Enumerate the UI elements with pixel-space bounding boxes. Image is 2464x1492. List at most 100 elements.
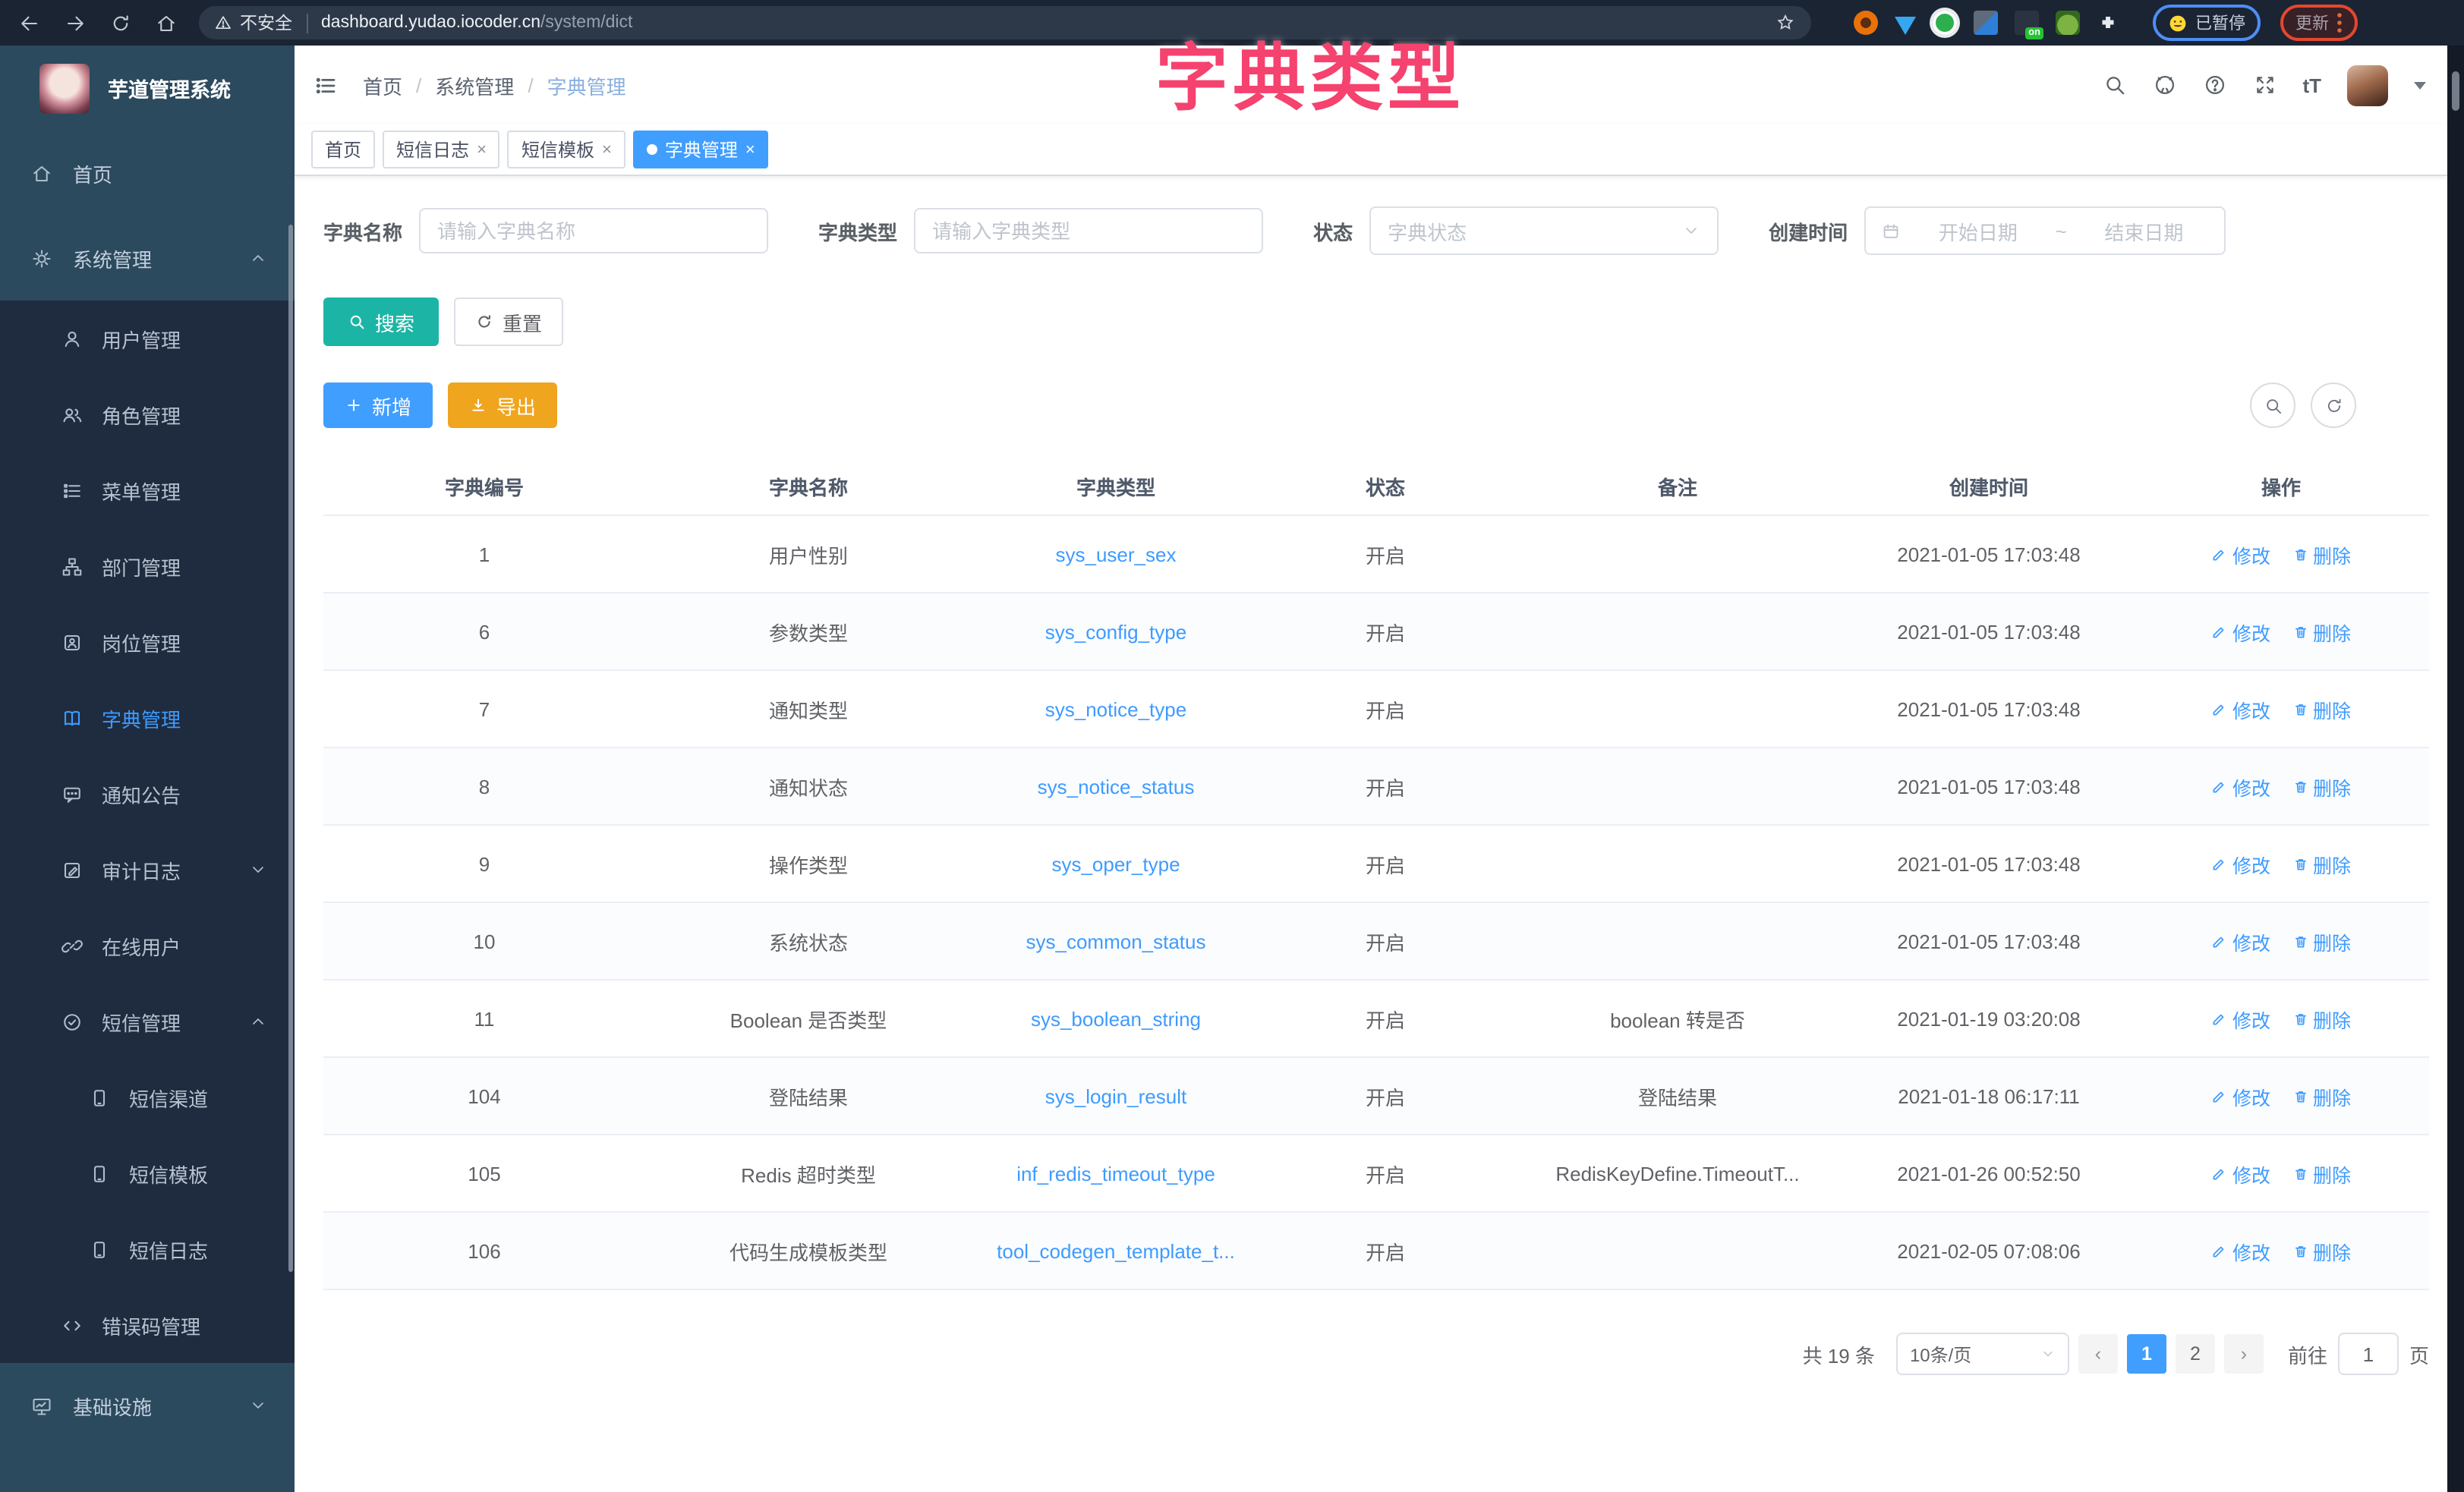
- sidebar-item-sms-mgmt[interactable]: 短信管理: [0, 984, 295, 1059]
- emoji-face-icon: [2168, 13, 2188, 33]
- search-button[interactable]: 搜索: [323, 297, 439, 346]
- status-select[interactable]: 字典状态: [1369, 206, 1719, 255]
- sidebar-item-system-mgmt[interactable]: 系统管理: [0, 216, 295, 301]
- close-icon[interactable]: ×: [477, 140, 487, 159]
- avatar[interactable]: [2347, 65, 2388, 105]
- sidebar-item-error-code-mgmt[interactable]: 错误码管理: [0, 1287, 295, 1363]
- delete-link[interactable]: 删除: [2292, 1081, 2351, 1110]
- extension-green-icon[interactable]: [1933, 11, 1957, 35]
- delete-link[interactable]: 删除: [2292, 540, 2351, 568]
- browser-menu-dots-icon[interactable]: [2336, 12, 2343, 33]
- avatar-caret-icon[interactable]: [2414, 81, 2426, 89]
- reset-button[interactable]: 重置: [454, 297, 563, 346]
- browser-update-button[interactable]: 更新: [2280, 5, 2358, 41]
- page-size-select[interactable]: 10条/页: [1896, 1333, 2069, 1375]
- forward-icon[interactable]: [64, 11, 87, 34]
- url-bar[interactable]: 不安全 dashboard.yudao.iocoder.cn/system/di…: [199, 6, 1811, 39]
- dict-type-link[interactable]: inf_redis_timeout_type: [1016, 1162, 1215, 1185]
- dict-type-link[interactable]: sys_notice_type: [1045, 697, 1186, 720]
- fullscreen-icon[interactable]: [2252, 73, 2277, 97]
- home-nav-icon[interactable]: [155, 11, 178, 34]
- search-icon[interactable]: [2102, 73, 2126, 97]
- sidebar-item-dept-mgmt[interactable]: 部门管理: [0, 528, 295, 604]
- goto-page-input[interactable]: [2338, 1333, 2399, 1375]
- dict-type-link[interactable]: sys_config_type: [1045, 620, 1186, 643]
- sidebar-item-notice-mgmt[interactable]: 通知公告: [0, 756, 295, 832]
- edit-link[interactable]: 修改: [2211, 617, 2270, 646]
- edit-link[interactable]: 修改: [2211, 540, 2270, 568]
- delete-link[interactable]: 删除: [2292, 927, 2351, 955]
- refresh-table-button[interactable]: [2311, 382, 2356, 428]
- dict-type-link[interactable]: sys_common_status: [1026, 930, 1206, 952]
- breadcrumb-system[interactable]: 系统管理: [435, 71, 514, 99]
- app-logo-row[interactable]: 芋道管理系统: [0, 46, 295, 131]
- sidebar-item-post-mgmt[interactable]: 岗位管理: [0, 604, 295, 680]
- prev-page-button[interactable]: ‹: [2078, 1334, 2118, 1374]
- delete-link[interactable]: 删除: [2292, 1004, 2351, 1033]
- edit-link[interactable]: 修改: [2211, 1081, 2270, 1110]
- edit-link[interactable]: 修改: [2211, 1159, 2270, 1188]
- sidebar-item-role-mgmt[interactable]: 角色管理: [0, 376, 295, 452]
- close-icon[interactable]: ×: [602, 140, 612, 159]
- hamburger-icon[interactable]: [313, 72, 339, 98]
- sidebar-item-menu-mgmt[interactable]: 菜单管理: [0, 452, 295, 528]
- date-range-picker[interactable]: 开始日期 ~ 结束日期: [1864, 206, 2226, 255]
- sidebar-item-sms-channel[interactable]: 短信渠道: [0, 1059, 295, 1135]
- extension-gem-icon[interactable]: [1895, 16, 1916, 34]
- tab-dict-mgmt[interactable]: 字典管理×: [633, 131, 769, 168]
- sidebar-item-home[interactable]: 首页: [0, 131, 295, 216]
- dict-type-link[interactable]: sys_boolean_string: [1031, 1007, 1201, 1030]
- extensions-puzzle-icon[interactable]: [2097, 11, 2119, 34]
- window-scrollbar-thumb[interactable]: [2452, 71, 2459, 111]
- edit-link[interactable]: 修改: [2211, 849, 2270, 878]
- extension-proxy-icon[interactable]: on: [2015, 11, 2039, 35]
- sidebar-item-dict-mgmt[interactable]: 字典管理: [0, 680, 295, 756]
- edit-link[interactable]: 修改: [2211, 694, 2270, 723]
- font-size-icon[interactable]: tT: [2302, 74, 2321, 96]
- extension-orange-icon[interactable]: [1854, 11, 1878, 35]
- paused-extension-pill[interactable]: 已暂停: [2153, 5, 2261, 41]
- extension-plant-icon[interactable]: [2056, 11, 2080, 35]
- dict-type-link[interactable]: sys_login_result: [1045, 1084, 1186, 1107]
- dict-name-input[interactable]: [419, 208, 768, 253]
- sidebar-scrollbar[interactable]: [288, 225, 293, 1272]
- sidebar-item-infrastructure[interactable]: 基础设施: [0, 1363, 295, 1448]
- edit-link[interactable]: 修改: [2211, 927, 2270, 955]
- tab-sms-template[interactable]: 短信模板×: [508, 131, 625, 168]
- show-search-button[interactable]: [2250, 382, 2295, 428]
- page-button-1[interactable]: 1: [2127, 1334, 2166, 1374]
- edit-link[interactable]: 修改: [2211, 1004, 2270, 1033]
- delete-link[interactable]: 删除: [2292, 849, 2351, 878]
- page-button-2[interactable]: 2: [2176, 1334, 2215, 1374]
- edit-link[interactable]: 修改: [2211, 1236, 2270, 1265]
- dict-type-input[interactable]: [914, 208, 1263, 253]
- close-icon[interactable]: ×: [745, 140, 755, 159]
- delete-link[interactable]: 删除: [2292, 1159, 2351, 1188]
- dict-type-link[interactable]: tool_codegen_template_t...: [997, 1239, 1235, 1262]
- sidebar-item-online-users[interactable]: 在线用户: [0, 908, 295, 984]
- dict-type-link[interactable]: sys_user_sex: [1056, 543, 1177, 565]
- extension-grid-icon[interactable]: [1974, 11, 1998, 35]
- sidebar-item-sms-log[interactable]: 短信日志: [0, 1211, 295, 1287]
- sidebar-item-audit-log[interactable]: 审计日志: [0, 832, 295, 908]
- sidebar-item-sms-template[interactable]: 短信模板: [0, 1135, 295, 1211]
- edit-link[interactable]: 修改: [2211, 772, 2270, 801]
- next-page-button[interactable]: ›: [2224, 1334, 2264, 1374]
- add-button[interactable]: 新增: [323, 382, 433, 428]
- sidebar-item-user-mgmt[interactable]: 用户管理: [0, 301, 295, 376]
- breadcrumb-home[interactable]: 首页: [363, 71, 402, 99]
- reload-icon[interactable]: [109, 11, 132, 34]
- delete-link[interactable]: 删除: [2292, 694, 2351, 723]
- github-icon[interactable]: [2152, 73, 2176, 97]
- tab-sms-log[interactable]: 短信日志×: [383, 131, 500, 168]
- dict-type-link[interactable]: sys_notice_status: [1038, 775, 1195, 798]
- delete-link[interactable]: 删除: [2292, 772, 2351, 801]
- delete-link[interactable]: 删除: [2292, 1236, 2351, 1265]
- bookmark-star-icon[interactable]: [1775, 12, 1796, 33]
- delete-link[interactable]: 删除: [2292, 617, 2351, 646]
- tab-home[interactable]: 首页: [311, 131, 375, 168]
- back-icon[interactable]: [18, 11, 41, 34]
- export-button[interactable]: 导出: [448, 382, 557, 428]
- dict-type-link[interactable]: sys_oper_type: [1051, 852, 1180, 875]
- help-icon[interactable]: [2202, 73, 2226, 97]
